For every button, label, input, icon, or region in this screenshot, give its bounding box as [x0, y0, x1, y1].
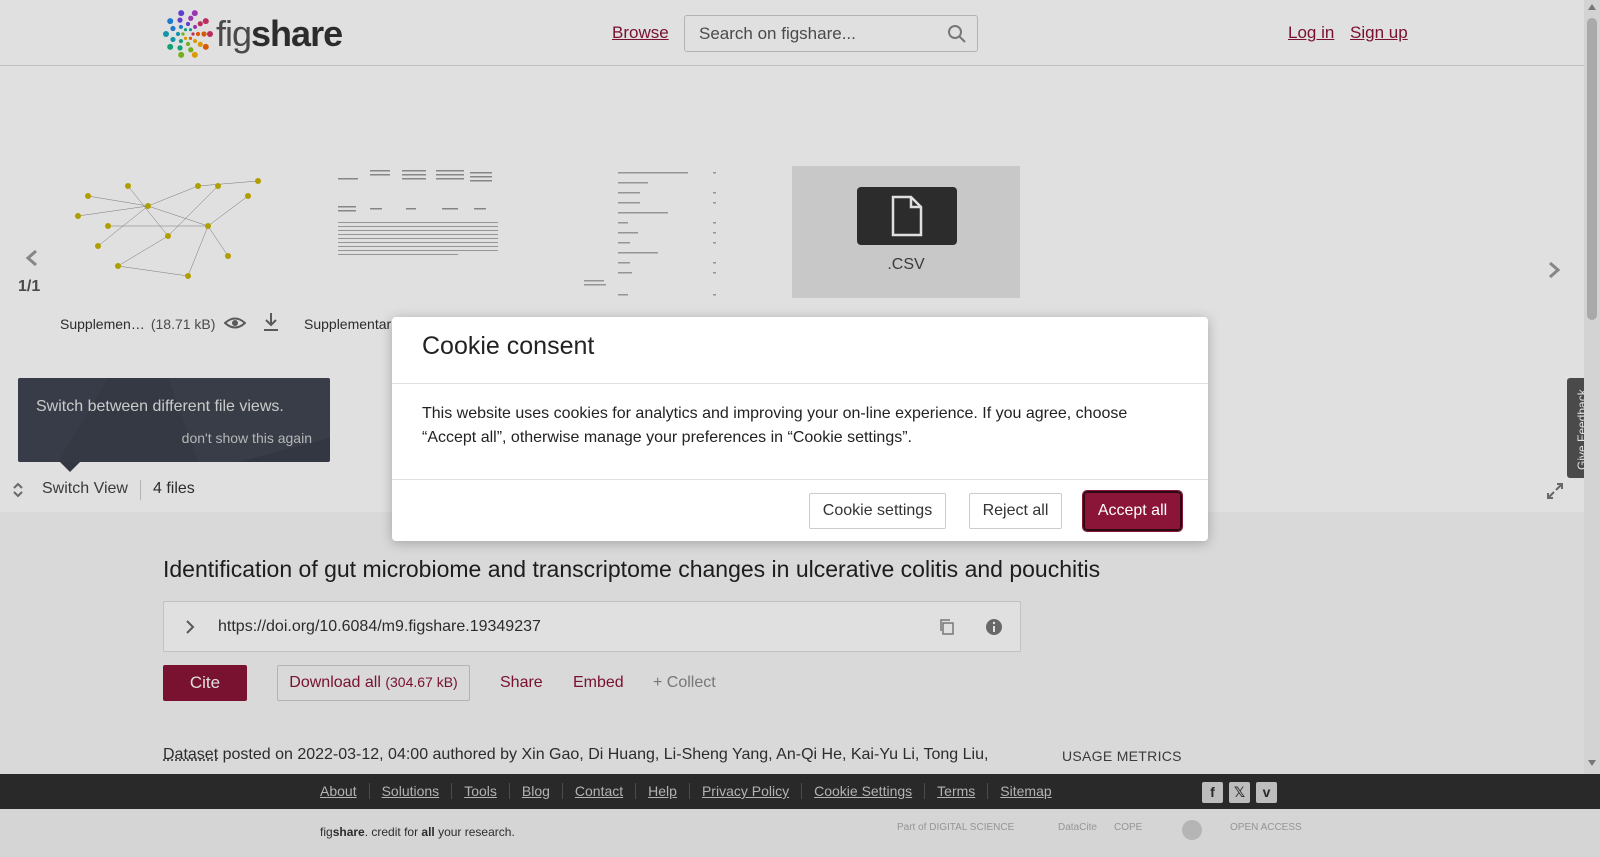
cookie-consent-modal: Cookie consent This website uses cookies…	[392, 317, 1208, 541]
cookie-settings-button[interactable]: Cookie settings	[809, 493, 946, 529]
modal-divider	[392, 479, 1208, 480]
accept-all-button[interactable]: Accept all	[1082, 490, 1183, 532]
modal-title: Cookie consent	[422, 332, 595, 360]
modal-divider	[392, 383, 1208, 384]
modal-body: This website uses cookies for analytics …	[422, 405, 1128, 446]
reject-all-button[interactable]: Reject all	[969, 493, 1062, 529]
